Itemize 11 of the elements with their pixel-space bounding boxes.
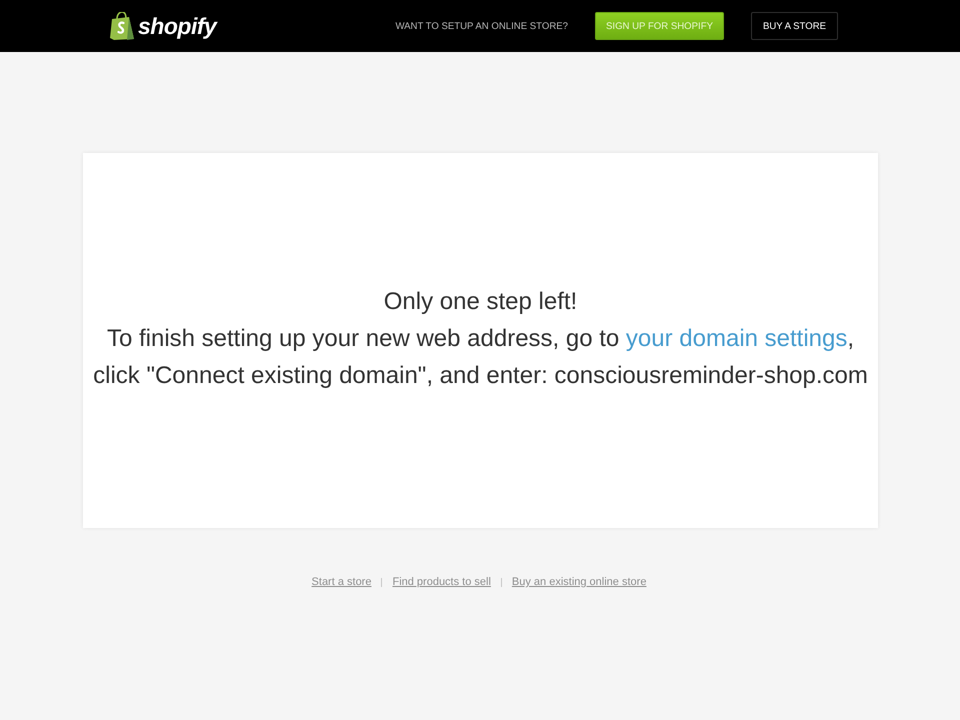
footer-link[interactable]: Buy an existing online store: [512, 576, 646, 588]
message-text: To finish setting up your new web address, go to your domain settings, click "Connect existing domain", and enter: consciousreminder-shop.com: [92, 324, 869, 391]
footer-link[interactable]: Start a store: [312, 576, 372, 588]
shopping-bag-icon: [110, 12, 134, 40]
setup-prompt: WANT TO SETUP AN ONLINE STORE?: [395, 20, 568, 32]
buy-store-button[interactable]: BUY A STORE: [751, 12, 838, 40]
domain-settings-link[interactable]: your domain settings: [626, 325, 848, 352]
logo-wordmark[interactable]: shopify: [138, 12, 216, 40]
signup-button[interactable]: SIGN UP FOR SHOPIFY: [595, 12, 724, 40]
message-heading: Only one step left!: [384, 287, 578, 317]
footer-link[interactable]: Find products to sell: [392, 576, 491, 588]
